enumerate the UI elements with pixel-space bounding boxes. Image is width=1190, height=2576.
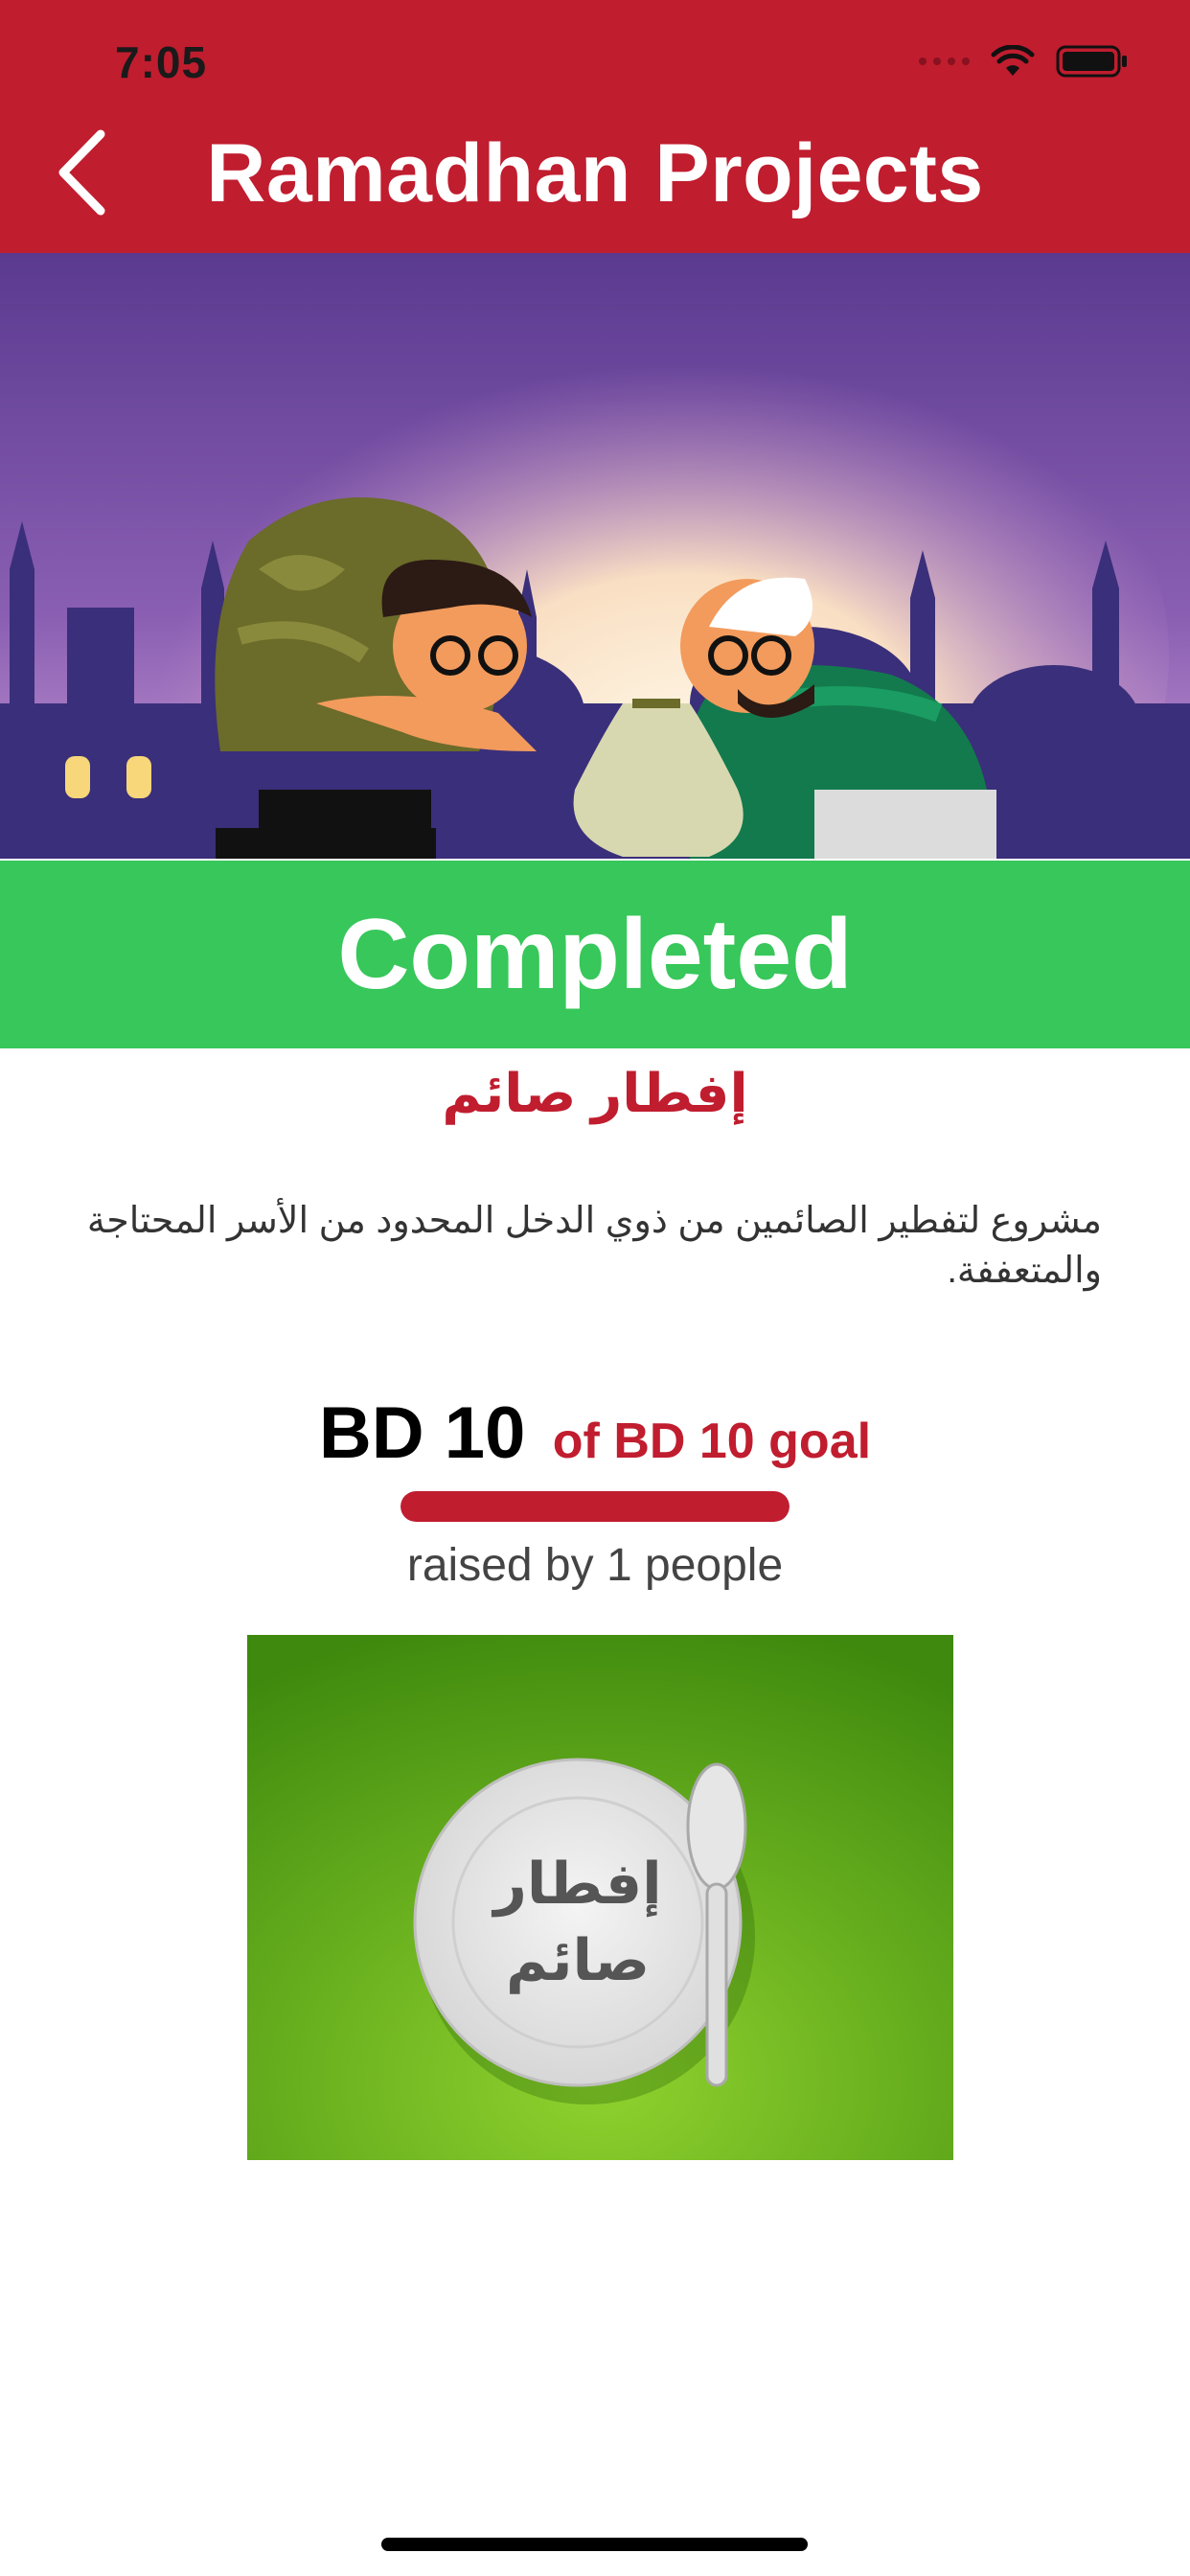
amount-raised: BD 10 bbox=[318, 1392, 526, 1474]
project-hero-illustration bbox=[0, 253, 1190, 859]
project-image: إفطار صائم bbox=[247, 1635, 953, 2160]
battery-icon bbox=[1056, 45, 1127, 78]
plate-text-line1: إفطار bbox=[491, 1851, 661, 1918]
amount-goal: of BD 10 goal bbox=[552, 1414, 872, 1469]
funding-progress-bar bbox=[400, 1491, 790, 1522]
project-description: مشروع لتفطير الصائمين من ذوي الدخل المحد… bbox=[86, 1201, 1102, 1291]
status-icons bbox=[919, 42, 1129, 80]
home-indicator[interactable] bbox=[381, 2538, 808, 2551]
page-title: Ramadhan Projects bbox=[206, 127, 984, 219]
project-title: إفطار صائم bbox=[442, 1063, 748, 1123]
donor-count: raised by 1 people bbox=[406, 1540, 784, 1591]
cellular-signal-icon bbox=[919, 58, 970, 65]
plate-text-line2: صائم bbox=[506, 1927, 650, 1994]
funding-progress-fill bbox=[400, 1491, 790, 1522]
status-time: 7:05 bbox=[115, 37, 208, 87]
funding-summary: BD 10 of BD 10 goal bbox=[0, 1392, 1190, 1475]
wifi-icon bbox=[991, 45, 1035, 76]
app-header: 7:05 Ramadhan Projects bbox=[0, 0, 1190, 253]
completed-status-banner: Completed bbox=[0, 861, 1190, 1048]
